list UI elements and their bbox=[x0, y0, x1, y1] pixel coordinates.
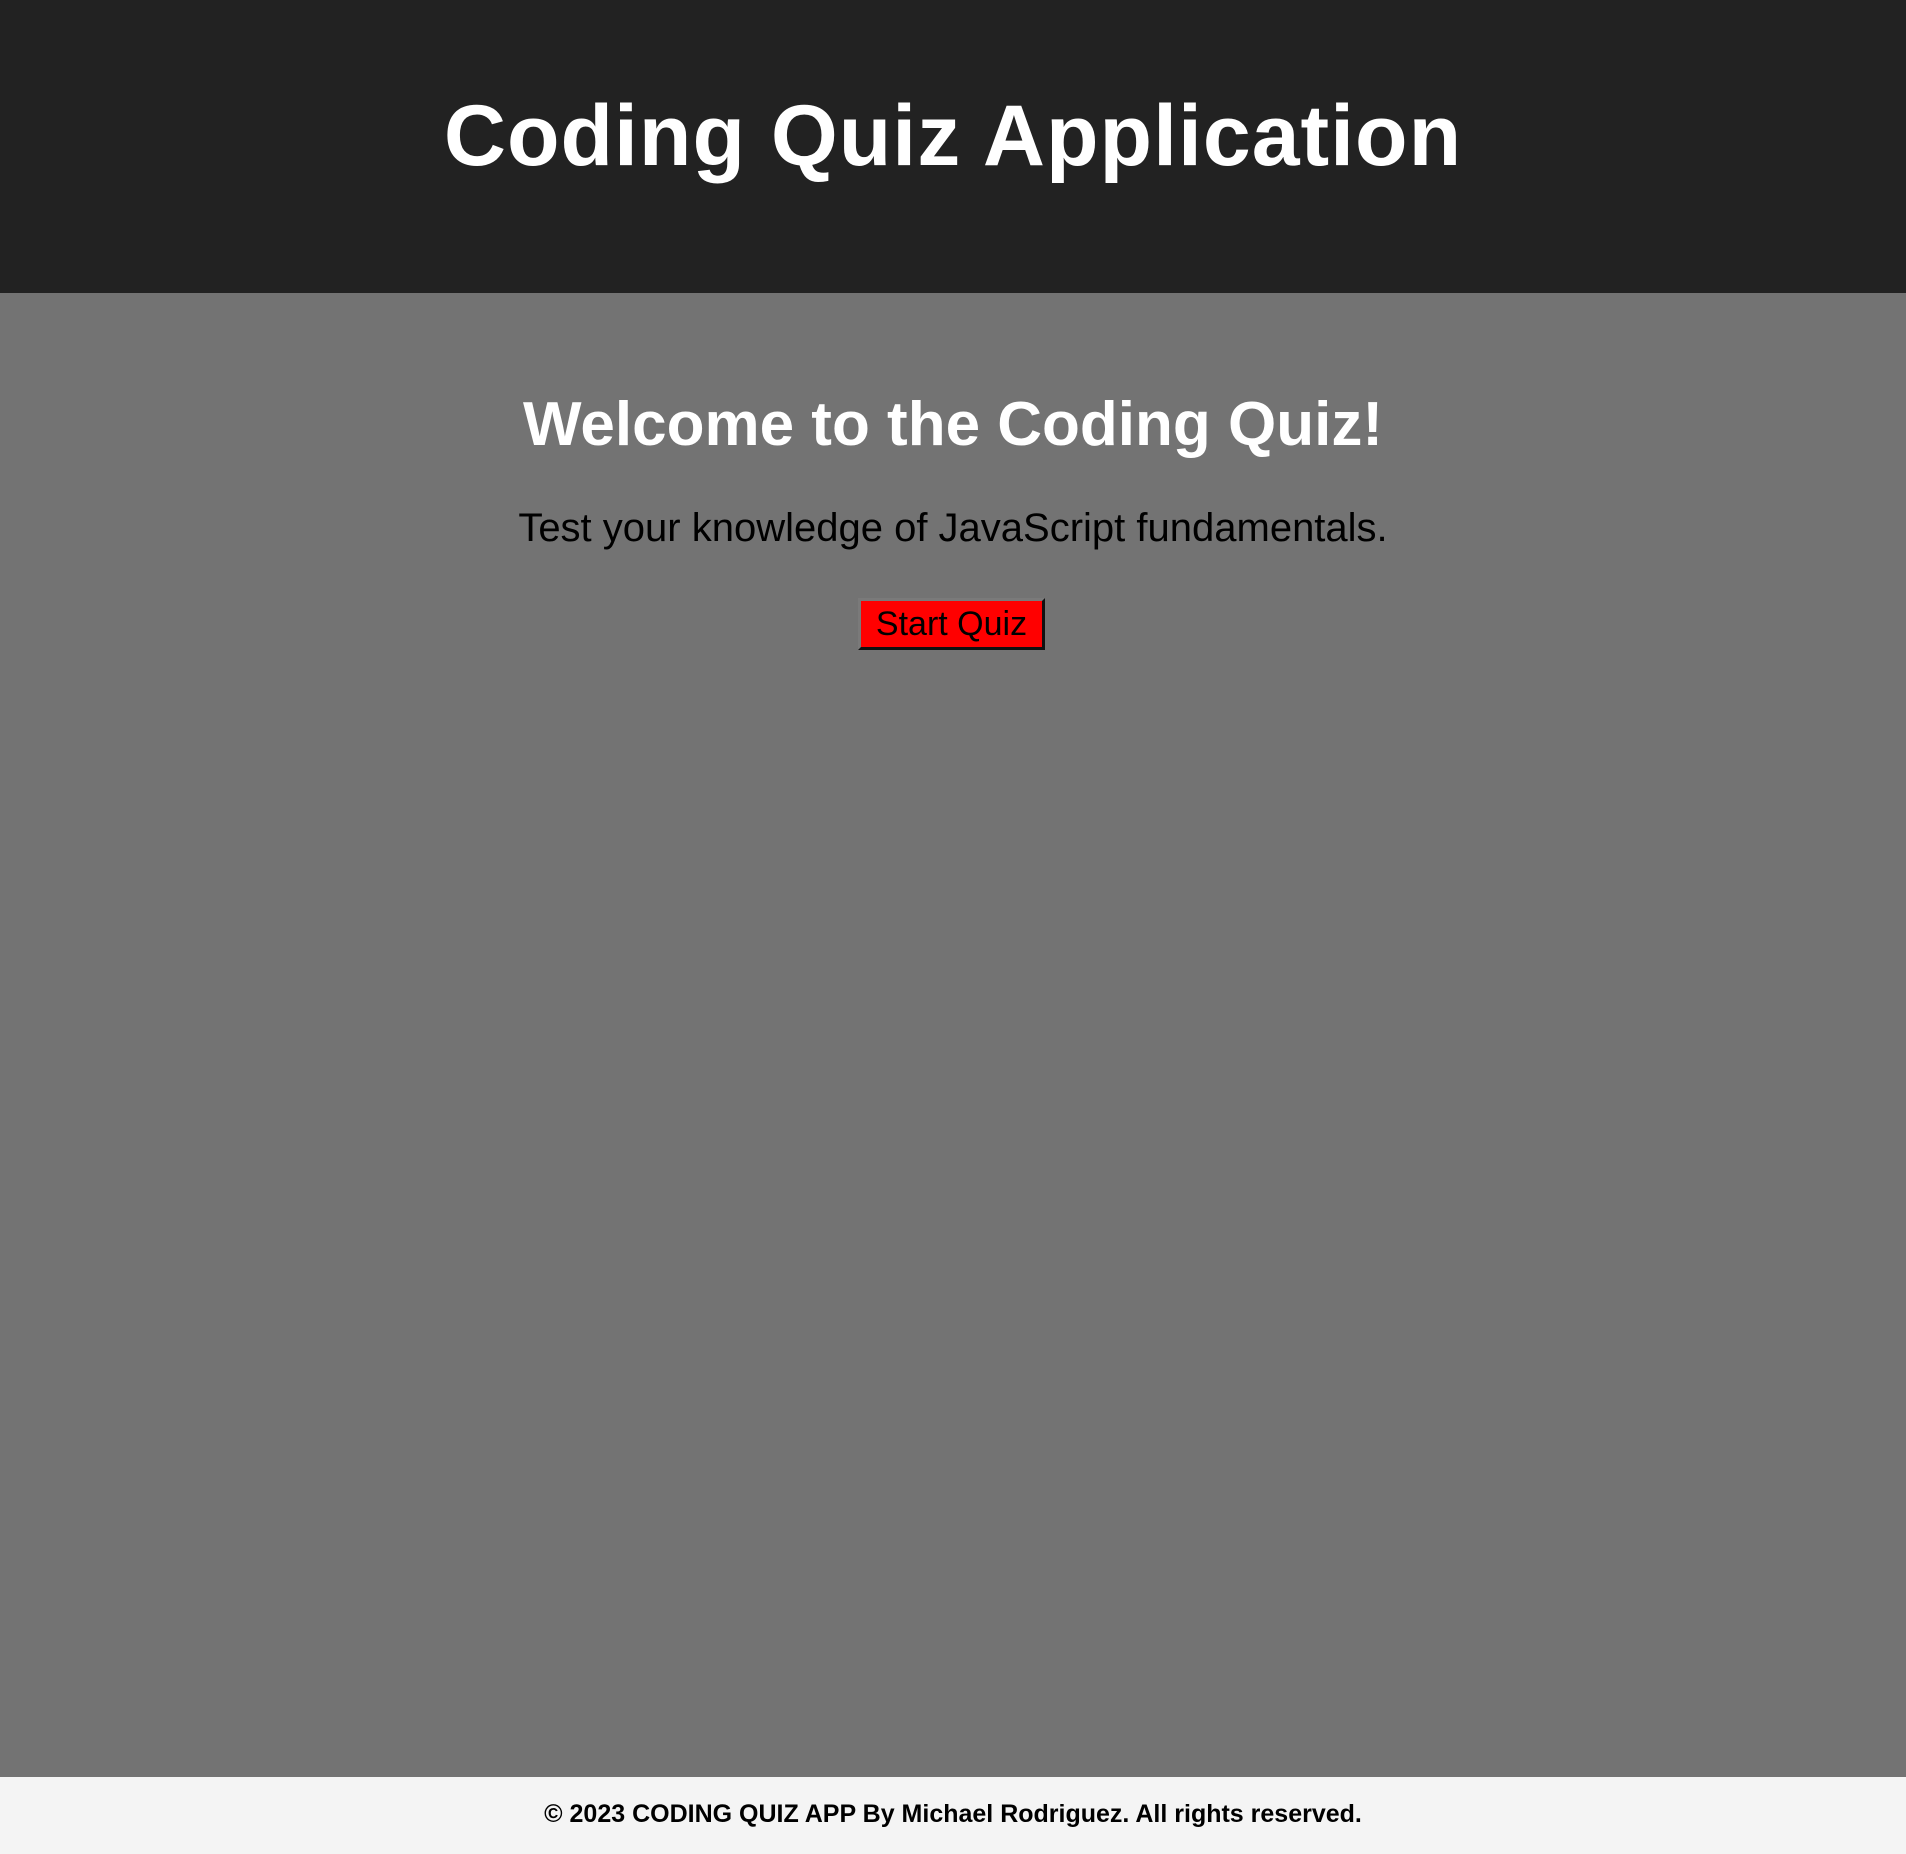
site-footer: © 2023 CODING QUIZ APP By Michael Rodrig… bbox=[0, 1777, 1906, 1854]
start-quiz-button[interactable]: Start Quiz bbox=[858, 598, 1045, 650]
page: Coding Quiz Application Welcome to the C… bbox=[0, 0, 1906, 1854]
copyright-text: © 2023 CODING QUIZ APP By Michael Rodrig… bbox=[544, 1800, 1362, 1828]
site-header: Coding Quiz Application bbox=[0, 0, 1906, 293]
main-content: Welcome to the Coding Quiz! Test your kn… bbox=[0, 293, 1906, 1777]
quiz-description: Test your knowledge of JavaScript fundam… bbox=[518, 506, 1388, 550]
welcome-heading: Welcome to the Coding Quiz! bbox=[523, 390, 1383, 459]
app-title: Coding Quiz Application bbox=[443, 88, 1463, 184]
